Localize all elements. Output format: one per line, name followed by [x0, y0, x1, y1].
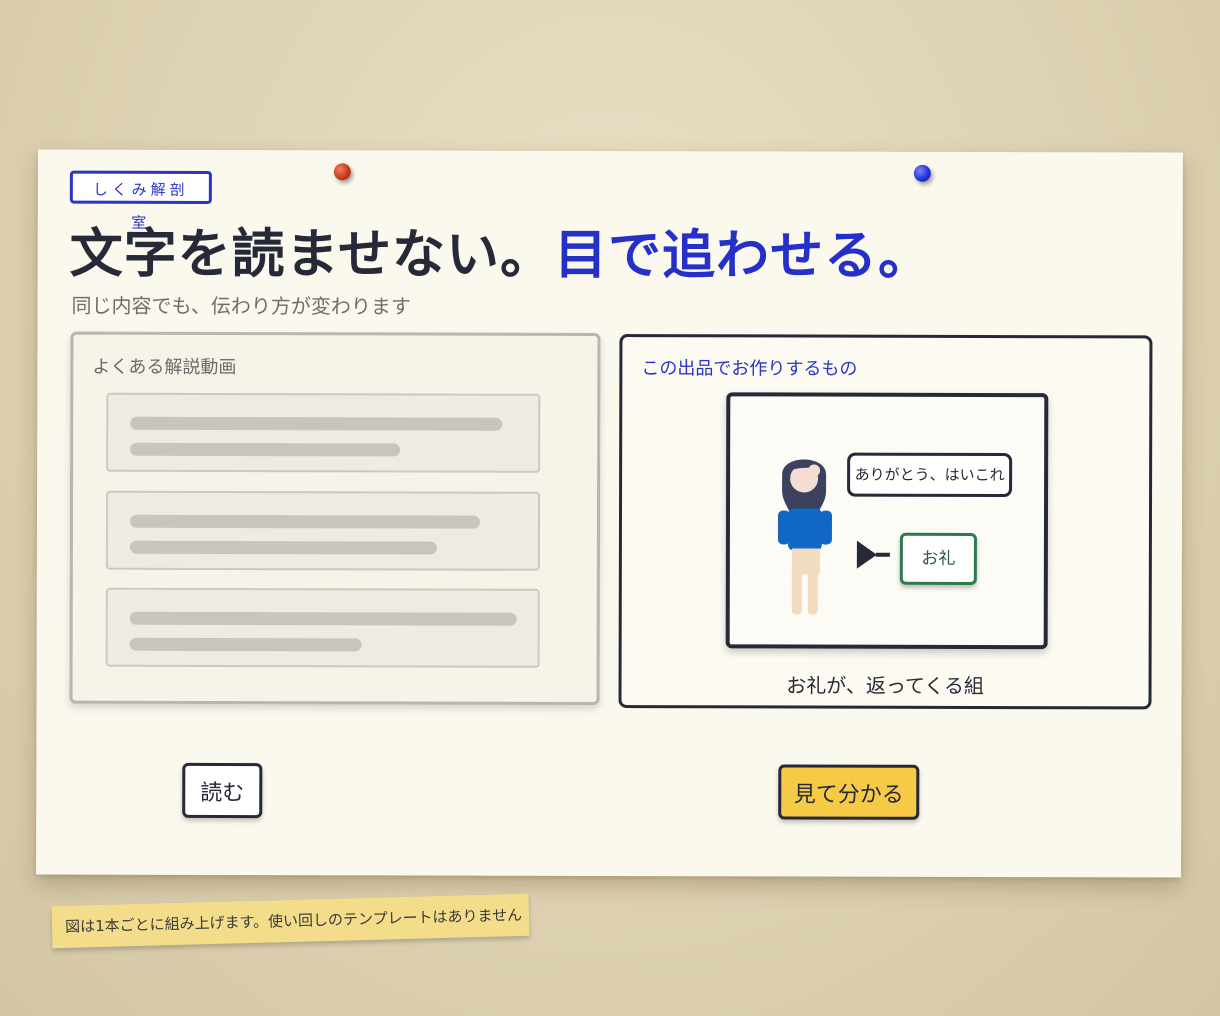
placeholder-card	[105, 587, 540, 668]
person-figure-icon	[777, 459, 832, 615]
placeholder-line	[130, 442, 401, 457]
subtitle: 同じ内容でも、伝わり方が変わります	[71, 293, 411, 319]
sticky-note: 図は1本ごとに組み上げます。使い回しのテンプレートはありません	[51, 893, 530, 949]
placeholder-line	[129, 637, 362, 652]
speech-bubble: ありがとう、はいこれ	[847, 452, 1013, 498]
arrow-tail	[875, 552, 890, 557]
arrow-right-icon	[856, 540, 877, 569]
placeholder-line	[130, 416, 503, 431]
typical-video-panel: よくある解説動画	[69, 331, 601, 705]
bulletin-board: しくみ解剖室 文字を読ませない。目で追わせる。 同じ内容でも、伝わり方が変わりま…	[36, 149, 1183, 878]
read-button[interactable]: 読む	[182, 762, 263, 819]
illustration-frame: ありがとう、はいこれ お礼	[725, 392, 1049, 650]
placeholder-line	[129, 514, 480, 529]
headline: 文字を読ませない。目で追わせる。	[70, 212, 933, 290]
product-panel-label: この出品でお作りするもの	[641, 358, 858, 380]
headline-accent: 目で追わせる。	[554, 224, 933, 287]
placeholder-line	[129, 540, 437, 555]
illustration-caption: お礼が、返ってくる組	[786, 673, 984, 698]
placeholder-line	[129, 611, 517, 626]
placeholder-card	[105, 490, 541, 571]
product-panel: この出品でお作りするもの ありがとう、はいこれ お礼 お礼が、返ってくる組	[618, 334, 1153, 710]
section-tag: しくみ解剖室	[69, 170, 212, 232]
thanks-card: お礼	[899, 532, 977, 585]
blue-pushpin-icon	[913, 164, 931, 182]
see-to-understand-button[interactable]: 見て分かる	[778, 764, 920, 820]
headline-main: 文字を読ませない。	[69, 223, 555, 286]
typical-video-label: よくある解説動画	[92, 356, 237, 379]
placeholder-card	[106, 392, 541, 473]
red-pushpin-icon	[333, 163, 351, 181]
